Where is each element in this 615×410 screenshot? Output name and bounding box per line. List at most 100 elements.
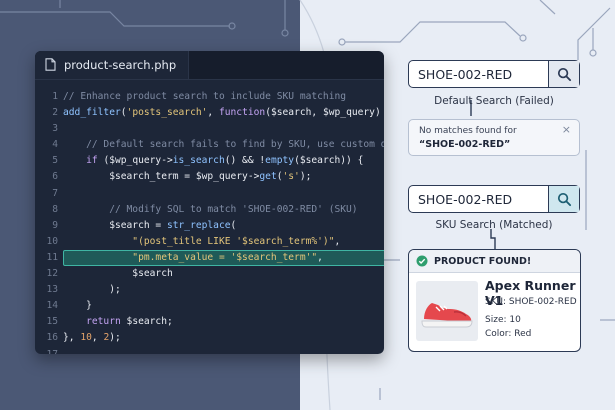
code-text: add_filter('posts_search', function($sea… bbox=[63, 105, 384, 121]
product-result-card[interactable]: PRODUCT FOUND! Apex Runner V1 SKU: SHOE-… bbox=[408, 249, 581, 352]
code-token: $search; bbox=[126, 316, 173, 328]
code-token: } bbox=[63, 300, 92, 312]
check-circle-icon bbox=[416, 255, 428, 267]
code-token: empty bbox=[265, 155, 295, 167]
code-editor-window: product-search.php 1 // Enhance product s… bbox=[35, 51, 384, 354]
code-line: 9 $search = str_replace( bbox=[35, 218, 384, 234]
result-header: PRODUCT FOUND! bbox=[409, 250, 580, 273]
product-sku: SKU: SHOE-002-RED bbox=[485, 297, 577, 307]
code-line: 7 bbox=[35, 186, 384, 202]
code-token: ($wp_query-> bbox=[103, 155, 173, 167]
line-number: 4 bbox=[52, 139, 58, 151]
code-text: $search bbox=[63, 266, 173, 282]
code-token: ); bbox=[299, 171, 312, 183]
code-line: 14 } bbox=[35, 298, 384, 314]
code-token: ($search)) { bbox=[294, 155, 364, 167]
code-line: 8 // Modify SQL to match 'SHOE-002-RED' … bbox=[35, 202, 384, 218]
sku-search-input[interactable]: SHOE-002-RED bbox=[409, 192, 548, 207]
code-token: ( bbox=[230, 219, 237, 231]
sku-search-box[interactable]: SHOE-002-RED bbox=[408, 185, 580, 213]
code-token: 10 bbox=[80, 332, 92, 344]
line-number: 14 bbox=[46, 300, 58, 312]
search-icon bbox=[557, 192, 571, 206]
file-tab-label: product-search.php bbox=[64, 58, 177, 72]
result-header-label: PRODUCT FOUND! bbox=[434, 255, 532, 267]
product-image bbox=[416, 281, 478, 341]
line-number: 10 bbox=[46, 235, 58, 247]
code-token: , bbox=[317, 251, 323, 263]
line-number: 8 bbox=[52, 203, 58, 215]
code-text: // Default search fails to find by SKU, … bbox=[63, 137, 384, 153]
code-text: ); bbox=[63, 282, 121, 298]
code-token: get bbox=[259, 171, 277, 183]
code-text: } bbox=[63, 298, 92, 314]
close-icon[interactable]: × bbox=[562, 123, 571, 136]
default-search-box[interactable]: SHOE-002-RED bbox=[408, 60, 580, 88]
file-tab[interactable]: product-search.php bbox=[35, 51, 190, 79]
code-token: $search bbox=[63, 268, 173, 280]
code-token: , bbox=[207, 107, 219, 119]
editor-tab-bar: product-search.php bbox=[35, 51, 384, 80]
line-number: 1 bbox=[52, 91, 58, 102]
line-number: 6 bbox=[52, 171, 58, 183]
no-match-text: No matches found for bbox=[419, 126, 517, 136]
code-token: ($search, $wp_query) { bbox=[265, 107, 384, 119]
product-size: Size: 10 bbox=[485, 315, 521, 325]
line-number: 7 bbox=[52, 187, 58, 199]
default-search-input[interactable]: SHOE-002-RED bbox=[409, 67, 548, 82]
code-line: 5 if ($wp_query->is_search() && !empty($… bbox=[35, 153, 384, 169]
code-token: "pm.meta_value = '$search_term'" bbox=[63, 251, 318, 263]
code-token: }, bbox=[63, 332, 81, 344]
line-number: 9 bbox=[52, 219, 58, 231]
line-number: 2 bbox=[52, 107, 58, 119]
code-token: $search = bbox=[63, 219, 167, 231]
code-line: 11 "pm.meta_value = '$search_term'", bbox=[35, 249, 384, 267]
code-text: $search_term = $wp_query->get('s'); bbox=[63, 169, 311, 185]
file-icon bbox=[45, 56, 56, 75]
default-search-caption: Default Search (Failed) bbox=[434, 95, 554, 107]
code-text: return $search; bbox=[63, 314, 173, 330]
code-line: 1 // Enhance product search to include SK… bbox=[35, 89, 384, 105]
code-line: 13 ); bbox=[35, 282, 384, 298]
code-token: function bbox=[218, 107, 266, 119]
line-number: 13 bbox=[46, 284, 58, 296]
code-token: , bbox=[334, 235, 341, 247]
code-token: , bbox=[91, 332, 104, 344]
code-token: 's' bbox=[282, 171, 300, 183]
search-icon bbox=[557, 67, 571, 81]
line-number: 16 bbox=[46, 332, 58, 344]
code-text: "pm.meta_value = '$search_term'", bbox=[63, 250, 323, 266]
code-body: 1 // Enhance product search to include SK… bbox=[35, 89, 384, 354]
product-color: Color: Red bbox=[485, 329, 532, 339]
code-line: 6 $search_term = $wp_query->get('s'); bbox=[35, 169, 384, 185]
code-line: 15 return $search; bbox=[35, 314, 384, 330]
sku-search-caption: SKU Search (Matched) bbox=[435, 219, 553, 231]
code-text: // Modify SQL to match 'SHOE-002-RED' (S… bbox=[63, 202, 358, 218]
code-token: 'posts_search' bbox=[126, 107, 208, 119]
sneaker-icon bbox=[421, 303, 473, 328]
code-token: is_search bbox=[172, 155, 225, 167]
code-text: if ($wp_query->is_search() && !empty($se… bbox=[63, 153, 363, 169]
code-token: add_filter bbox=[63, 107, 121, 119]
default-search-button[interactable] bbox=[548, 61, 579, 87]
sku-search-button[interactable] bbox=[548, 186, 579, 212]
line-number: 3 bbox=[52, 123, 58, 135]
code-line: 2 add_filter('posts_search', function($se… bbox=[35, 105, 384, 121]
line-number: 17 bbox=[46, 348, 58, 355]
code-token: if bbox=[63, 155, 104, 167]
code-token: () && ! bbox=[224, 155, 266, 167]
code-token: // Enhance product search to include SKU… bbox=[63, 91, 347, 102]
code-token: // Modify SQL to match 'SHOE-002-RED' (S… bbox=[63, 203, 358, 215]
code-token: "(post_title LIKE '$search_term%')" bbox=[63, 235, 335, 247]
code-text: "(post_title LIKE '$search_term%')", bbox=[63, 234, 340, 250]
line-number: 15 bbox=[46, 316, 58, 328]
code-line: 12 $search bbox=[35, 266, 384, 282]
code-token: ); bbox=[63, 284, 121, 296]
line-number: 5 bbox=[52, 155, 58, 167]
line-number: 12 bbox=[46, 268, 58, 280]
code-text: $search = str_replace( bbox=[63, 218, 236, 234]
code-text: }, 10, 2); bbox=[63, 330, 121, 346]
code-line: 3 bbox=[35, 121, 384, 137]
code-line: 4 // Default search fails to find by SKU… bbox=[35, 137, 384, 153]
code-token: str_replace bbox=[166, 219, 231, 231]
